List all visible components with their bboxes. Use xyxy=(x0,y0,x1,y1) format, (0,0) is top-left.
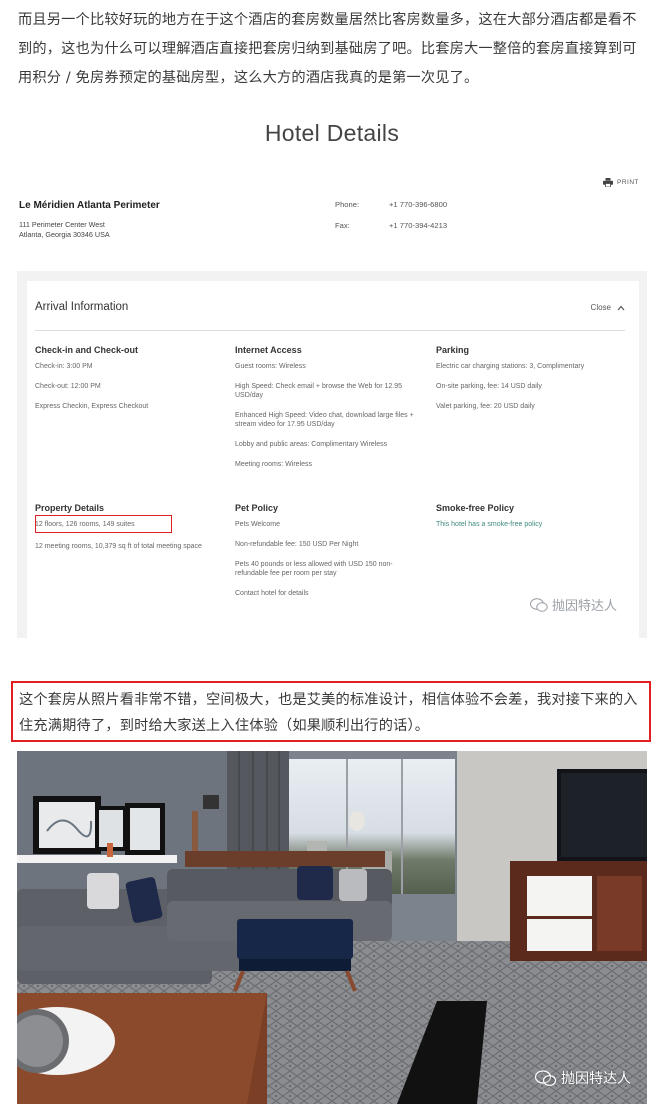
meeting-rooms: 12 meeting rooms, 10,379 sq ft of total … xyxy=(35,543,202,550)
section-heading: Parking xyxy=(436,345,470,355)
parking-item: Electric car charging stations: 3, Compl… xyxy=(436,363,585,370)
internet-item: Meeting rooms: Wireless xyxy=(235,461,313,468)
internet-item: Lobby and public areas: Complimentary Wi… xyxy=(235,441,388,448)
hotel-details-screenshot: Hotel Details PRINT Le Méridien Atlanta … xyxy=(17,108,647,638)
pet-item: Non-refundable fee: 150 USD Per Night xyxy=(235,541,359,548)
phone-label: Phone: xyxy=(335,200,360,209)
hotel-name: Le Méridien Atlanta Perimeter xyxy=(19,200,160,211)
section-heading: Internet Access xyxy=(235,345,302,355)
smoke-free-section: Smoke-free Policy This hotel has a smoke… xyxy=(436,503,621,540)
watermark-text: 抛因特达人 xyxy=(561,1071,631,1087)
parking-item: On-site parking, fee: 14 USD daily xyxy=(436,383,542,390)
checkin-checkout-section: Check-in and Check-out Check-in: 3:00 PM… xyxy=(35,345,220,422)
watermark: 抛因特达人 xyxy=(535,1068,631,1088)
hotel-details-title: Hotel Details xyxy=(264,120,400,146)
pet-item: Contact hotel for details xyxy=(235,590,309,597)
parking-item: Valet parking, fee: 20 USD daily xyxy=(436,403,535,410)
pet-policy-section: Pet Policy Pets Welcome Non-refundable f… xyxy=(235,503,420,609)
phone-number[interactable]: +1 770-396-6800 xyxy=(389,200,447,209)
internet-item: Guest rooms: Wireless xyxy=(235,363,306,370)
express-checkin: Express Checkin, Express Checkout xyxy=(35,403,149,410)
arrival-information-title: Arrival Information xyxy=(35,301,129,313)
checkout-time: Check-out: 12:00 PM xyxy=(35,383,101,390)
close-label: Close xyxy=(590,303,611,312)
suite-living-room-illustration xyxy=(17,751,647,1104)
fax-label: Fax: xyxy=(335,221,350,230)
pet-item: Pets Welcome xyxy=(235,521,280,528)
address-line-2: Atlanta, Georgia 30346 USA xyxy=(19,230,110,239)
checkin-time: Check-in: 3:00 PM xyxy=(35,363,93,370)
address-line-1: 111 Perimeter Center West xyxy=(19,220,105,229)
print-button[interactable]: PRINT xyxy=(603,178,639,187)
highlight-box xyxy=(35,515,172,533)
printer-icon xyxy=(603,178,613,187)
watermark-text: 抛因特达人 xyxy=(551,599,617,614)
internet-item: Enhanced High Speed: Video chat, downloa… xyxy=(235,412,414,428)
section-heading: Pet Policy xyxy=(235,503,279,513)
wechat-icon xyxy=(535,1070,557,1086)
fax-number: +1 770-394-4213 xyxy=(389,221,448,230)
divider xyxy=(35,330,625,331)
close-button[interactable]: Close xyxy=(591,303,625,312)
section-heading: Property Details xyxy=(35,503,105,513)
arrival-information-panel: Arrival Information Close Check-in and C… xyxy=(17,271,647,638)
intro-paragraph: 而且另一个比较好玩的地方在于这个酒店的套房数量居然比客房数量多，这在大部分酒店都… xyxy=(18,12,637,86)
pet-item: Pets 40 pounds or less allowed with USD … xyxy=(235,561,393,577)
section-heading: Smoke-free Policy xyxy=(436,503,515,513)
chevron-up-icon xyxy=(617,305,625,310)
quote-paragraph: 这个套房从照片看非常不错，空间极大，也是艾美的标准设计，相信体验不会差，我对接下… xyxy=(11,681,651,742)
watermark: 抛因特达人 xyxy=(529,595,617,614)
print-label: PRINT xyxy=(617,179,639,186)
internet-access-section: Internet Access Guest rooms: Wireless Hi… xyxy=(235,345,420,480)
internet-item: High Speed: Check email + browse the Web… xyxy=(235,383,402,399)
smoke-free-link[interactable]: This hotel has a smoke-free policy xyxy=(436,520,621,529)
parking-section: Parking Electric car charging stations: … xyxy=(436,345,621,422)
hotel-address: 111 Perimeter Center West Atlanta, Georg… xyxy=(19,220,110,240)
wechat-icon xyxy=(529,597,548,612)
section-heading: Check-in and Check-out xyxy=(35,345,139,355)
suite-photo: 抛因特达人 xyxy=(17,751,647,1104)
